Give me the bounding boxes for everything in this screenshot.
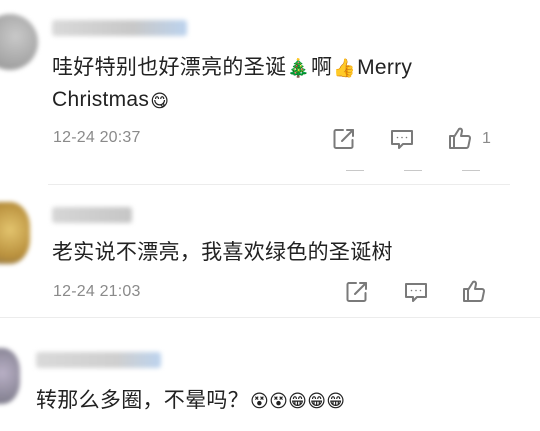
comment-text-part: Merry [357, 56, 413, 79]
scroll-peek [404, 170, 422, 174]
like-icon [449, 127, 471, 150]
avatar[interactable] [0, 14, 38, 70]
comment-text-part: 哇好特别也好漂亮的圣诞 [52, 56, 287, 79]
emoji-group: 😵😵😁😁😁 [250, 391, 346, 412]
like-button[interactable] [447, 125, 473, 151]
reply-button[interactable] [389, 126, 415, 152]
reply-button[interactable] [403, 279, 429, 305]
timestamp: 12-24 20:37 [53, 129, 141, 146]
avatar[interactable] [0, 202, 30, 264]
share-icon [333, 129, 354, 149]
share-button[interactable] [344, 279, 370, 305]
username-blurred[interactable] [36, 352, 161, 368]
comment-text: 老实说不漂亮，我喜欢绿色的圣诞树 [52, 241, 393, 264]
christmas-tree-emoji: 🎄 [287, 58, 311, 79]
comment-2: 老实说不漂亮，我喜欢绿色的圣诞树 12-24 21:03 [0, 186, 540, 318]
like-button[interactable] [461, 278, 487, 304]
comment-3: 转那么多圈，不晕吗？😵😵😁😁😁 [0, 318, 540, 431]
divider [48, 184, 510, 185]
comment-icon [391, 130, 413, 149]
comment-text: 转那么多圈，不晕吗？😵😵😁😁😁 [36, 385, 516, 417]
scroll-peek [346, 170, 364, 174]
yummy-face-emoji: 😋 [150, 90, 170, 111]
comment-icon [405, 283, 427, 302]
comment-text-part: Christmas [52, 88, 150, 112]
comment-text-part: 啊 [311, 56, 333, 79]
like-count: 1 [482, 130, 491, 147]
thumbs-up-emoji: 👍 [333, 58, 357, 79]
comment-1: 哇好特别也好漂亮的圣诞🎄啊👍Merry Christmas😋 12-24 20:… [0, 0, 540, 186]
like-icon [463, 280, 485, 303]
username-blurred[interactable] [52, 20, 187, 36]
share-icon [346, 282, 367, 302]
scroll-peek [462, 170, 480, 174]
comment-text-part: 转那么多圈，不晕吗？ [36, 389, 249, 412]
avatar[interactable] [0, 348, 20, 404]
username-blurred[interactable] [52, 207, 132, 223]
timestamp: 12-24 21:03 [53, 283, 141, 300]
comment-text: 哇好特别也好漂亮的圣诞🎄啊👍Merry Christmas😋 [52, 52, 512, 117]
share-button[interactable] [331, 126, 357, 152]
